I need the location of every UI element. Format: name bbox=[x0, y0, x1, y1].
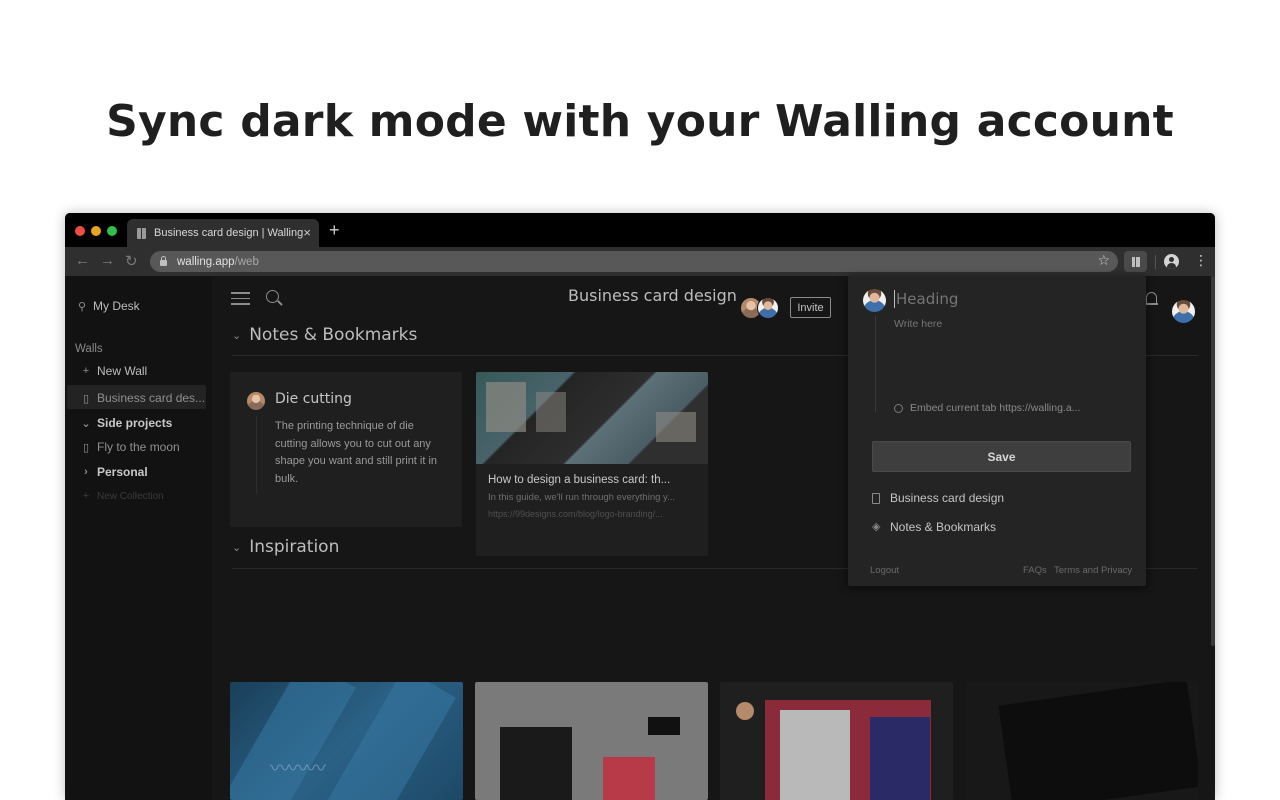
sidebar-item-fly-to-the-moon[interactable]: ▯ Fly to the moon bbox=[79, 440, 180, 454]
address-toolbar: ← → ↻ walling.app/web ☆ ⋮ bbox=[65, 247, 1215, 276]
bookmark-thumbnail bbox=[476, 372, 708, 464]
sidebar-item-label: My Desk bbox=[93, 299, 140, 313]
wall-icon bbox=[872, 492, 880, 504]
note-body-input[interactable] bbox=[894, 318, 1124, 378]
page-headline: Sync dark mode with your Walling account bbox=[106, 96, 1174, 147]
inspiration-image[interactable] bbox=[965, 682, 1198, 800]
collection-personal[interactable]: › Personal bbox=[79, 465, 148, 479]
back-arrow-icon[interactable]: ← bbox=[75, 252, 90, 269]
invite-button[interactable]: Invite bbox=[790, 297, 831, 318]
walling-favicon-icon bbox=[137, 227, 146, 239]
popup-thread-line bbox=[875, 316, 876, 412]
chevron-right-icon: › bbox=[84, 466, 88, 478]
note-body: The printing technique of die cutting al… bbox=[275, 420, 438, 485]
chevron-down-icon: ⌄ bbox=[81, 417, 91, 430]
embed-current-tab-toggle[interactable]: Embed current tab https://walling.a... bbox=[894, 402, 1080, 414]
note-author-avatar bbox=[247, 392, 265, 410]
maximize-window-button[interactable] bbox=[107, 226, 117, 236]
bookmark-description: In this guide, we'll run through everyth… bbox=[488, 492, 675, 503]
search-icon[interactable] bbox=[266, 290, 279, 303]
sidebar-item-my-desk[interactable]: ⚲ My Desk bbox=[75, 299, 140, 313]
embed-label: Embed current tab https://walling.a... bbox=[910, 402, 1081, 414]
destination-wall-selector[interactable]: Business card design bbox=[872, 491, 1004, 505]
user-avatar bbox=[863, 289, 886, 312]
chevron-down-icon[interactable]: ⌄ bbox=[232, 329, 241, 342]
bookmark-card[interactable]: How to design a business card: th... In … bbox=[476, 372, 708, 556]
reload-icon[interactable]: ↻ bbox=[125, 252, 138, 270]
sidebar-item-business-card-design[interactable]: ▯ Business card des... bbox=[79, 391, 205, 405]
section-title-notes-bookmarks: Notes & Bookmarks bbox=[249, 325, 418, 345]
menu-icon[interactable] bbox=[231, 292, 250, 305]
notifications-bell-icon[interactable] bbox=[1144, 292, 1158, 305]
walling-extension-popup: Embed current tab https://walling.a... S… bbox=[848, 276, 1146, 586]
destination-section-selector[interactable]: ◈ Notes & Bookmarks bbox=[872, 520, 996, 534]
collaborator-avatar[interactable] bbox=[757, 297, 779, 319]
sidebar-item-label: New Wall bbox=[97, 364, 148, 378]
note-thread-line bbox=[256, 416, 257, 494]
inspiration-image[interactable]: 〰〰〰 bbox=[230, 682, 463, 800]
forward-arrow-icon[interactable]: → bbox=[100, 252, 115, 269]
tab-bar: Business card design | Walling × + bbox=[65, 213, 1215, 247]
bookmark-url[interactable]: https://99designs.com/blog/logo-branding… bbox=[488, 509, 698, 519]
logout-link[interactable]: Logout bbox=[870, 565, 899, 576]
bookmark-star-icon[interactable]: ☆ bbox=[1097, 252, 1110, 269]
tab-title: Business card design | Walling bbox=[154, 227, 304, 239]
destination-section-label: Notes & Bookmarks bbox=[890, 520, 997, 534]
url-input[interactable]: walling.app/web ☆ bbox=[150, 251, 1118, 272]
scrollbar[interactable] bbox=[1211, 276, 1215, 646]
walling-extension-icon bbox=[1131, 256, 1140, 267]
destination-wall-label: Business card design bbox=[890, 491, 1005, 505]
inspiration-image[interactable] bbox=[720, 682, 953, 800]
sidebar: ⚲ My Desk Walls + New Wall ▯ Business ca… bbox=[65, 276, 212, 800]
collection-label: Side projects bbox=[97, 416, 173, 430]
browser-profile-icon[interactable] bbox=[1164, 254, 1179, 269]
new-collection-button[interactable]: + New Collection bbox=[79, 490, 164, 502]
url-path: /web bbox=[234, 255, 259, 268]
link-icon bbox=[894, 403, 903, 413]
sidebar-item-label: Fly to the moon bbox=[97, 440, 180, 454]
url-host: walling.app bbox=[177, 255, 235, 268]
toolbar-divider bbox=[1155, 255, 1156, 269]
sidebar-item-label: New Collection bbox=[97, 490, 164, 502]
minimize-window-button[interactable] bbox=[91, 226, 101, 236]
board-title: Business card design bbox=[568, 286, 737, 305]
user-avatar[interactable] bbox=[1171, 299, 1196, 324]
wall-icon: ▯ bbox=[82, 392, 90, 405]
new-wall-button[interactable]: + New Wall bbox=[79, 364, 147, 378]
terms-privacy-link[interactable]: Terms and Privacy bbox=[1054, 565, 1132, 576]
heading-input[interactable] bbox=[894, 290, 1124, 308]
pin-icon: ⚲ bbox=[77, 300, 87, 313]
save-button[interactable]: Save bbox=[872, 441, 1131, 472]
section-title-inspiration: Inspiration bbox=[249, 537, 340, 557]
tab-close-icon[interactable]: × bbox=[303, 225, 311, 240]
note-title: Die cutting bbox=[275, 391, 352, 407]
note-card[interactable]: Die cutting The printing technique of di… bbox=[230, 372, 462, 527]
browser-menu-icon[interactable]: ⋮ bbox=[1194, 253, 1208, 267]
collection-side-projects[interactable]: ⌄ Side projects bbox=[79, 416, 172, 430]
browser-tab[interactable]: Business card design | Walling × bbox=[127, 219, 319, 247]
walls-heading: Walls bbox=[75, 343, 103, 355]
faqs-link[interactable]: FAQs bbox=[1023, 565, 1047, 576]
new-tab-button[interactable]: + bbox=[329, 220, 340, 241]
plus-icon: + bbox=[82, 490, 90, 502]
sidebar-item-label: Business card des... bbox=[97, 391, 206, 405]
close-window-button[interactable] bbox=[75, 226, 85, 236]
lock-icon bbox=[160, 256, 167, 266]
collection-label: Personal bbox=[97, 465, 148, 479]
inspiration-image[interactable] bbox=[475, 682, 708, 800]
chevron-down-icon[interactable]: ⌄ bbox=[232, 541, 241, 554]
layers-icon: ◈ bbox=[872, 521, 881, 533]
walling-extension-button[interactable] bbox=[1124, 251, 1147, 272]
bookmark-title: How to design a business card: th... bbox=[488, 474, 671, 486]
plus-icon: + bbox=[82, 365, 90, 377]
wall-icon: ▯ bbox=[82, 441, 90, 454]
